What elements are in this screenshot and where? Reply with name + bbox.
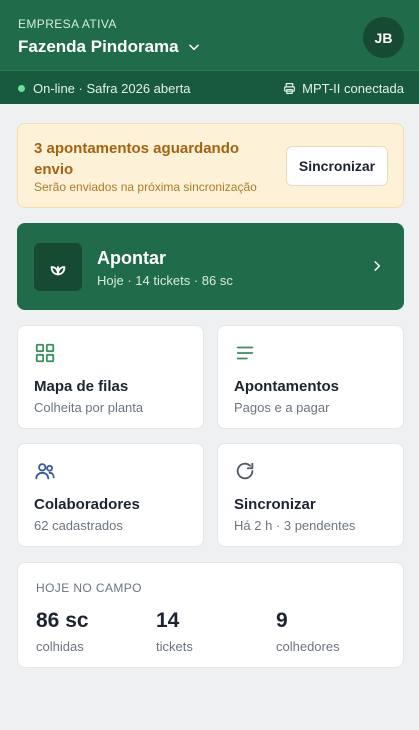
card-sincronizar[interactable]: Sincronizar Há 2 h · 3 pendentes <box>217 443 404 547</box>
apontar-card[interactable]: Apontar Hoje · 14 tickets · 86 sc <box>17 223 404 310</box>
card-title: Colaboradores <box>34 496 140 513</box>
alert-title: 3 apontamentos aguardando envio <box>34 140 240 178</box>
alert-subtitle: Serão enviados na próxima sincronização <box>34 180 257 194</box>
printer-icon <box>284 83 296 94</box>
printer-status: MPT-II conectada <box>283 81 404 96</box>
stat-label: colhidas <box>36 639 84 654</box>
online-indicator <box>18 85 25 92</box>
card-subtitle: Pagos e a pagar <box>234 400 330 415</box>
apontar-subtitle: Hoje · 14 tickets · 86 sc <box>97 273 233 288</box>
chevron-down-icon <box>188 44 199 51</box>
avatar[interactable]: JB <box>363 17 404 58</box>
stat-value: 14 <box>156 609 180 632</box>
card-subtitle: Colheita por planta <box>34 400 144 415</box>
printer-label: MPT-II conectada <box>302 81 404 96</box>
company-caption: EMPRESA ATIVA <box>18 17 117 31</box>
card-subtitle: 62 cadastrados <box>34 518 123 533</box>
today-caption: HOJE NO CAMPO <box>36 581 142 595</box>
stat-label: tickets <box>156 639 193 654</box>
app-header: EMPRESA ATIVA Fazenda Pindorama JB <box>0 0 419 70</box>
card-colaboradores[interactable]: Colaboradores 62 cadastrados <box>17 443 204 547</box>
company-name: Fazenda Pindorama <box>18 37 179 56</box>
sync-button[interactable]: Sincronizar <box>286 146 388 186</box>
pending-alert: 3 apontamentos aguardando envio Serão en… <box>17 123 404 208</box>
card-title: Apontamentos <box>234 378 339 395</box>
stat-colhidas: 86 sc colhidas <box>36 609 89 654</box>
users-icon <box>35 463 55 480</box>
status-text: On-line · Safra 2026 aberta <box>33 81 191 96</box>
stat-tickets: 14 tickets <box>156 609 193 654</box>
grid-icon <box>35 343 55 363</box>
apontar-title: Apontar <box>97 248 166 268</box>
card-subtitle: Há 2 h · 3 pendentes <box>234 518 356 533</box>
stat-colhedores: 9 colhedores <box>276 609 340 654</box>
refresh-icon <box>236 462 254 480</box>
leaf-icon <box>50 266 66 276</box>
leaf-icon-box <box>34 243 82 291</box>
card-title: Sincronizar <box>234 496 316 513</box>
company-selector[interactable]: Fazenda Pindorama <box>18 37 201 57</box>
stat-value: 86 sc <box>36 609 89 632</box>
chevron-right-icon <box>374 261 381 271</box>
card-apontamentos[interactable]: Apontamentos Pagos e a pagar <box>217 325 404 429</box>
today-summary: HOJE NO CAMPO 86 sc colhidas 14 tickets … <box>17 562 404 668</box>
stat-label: colhedores <box>276 639 340 654</box>
card-mapa-de-filas[interactable]: Mapa de filas Colheita por planta <box>17 325 204 429</box>
stat-value: 9 <box>276 609 288 632</box>
status-bar: On-line · Safra 2026 aberta MPT-II conec… <box>0 70 419 104</box>
card-title: Mapa de filas <box>34 378 129 395</box>
list-icon <box>236 346 254 360</box>
